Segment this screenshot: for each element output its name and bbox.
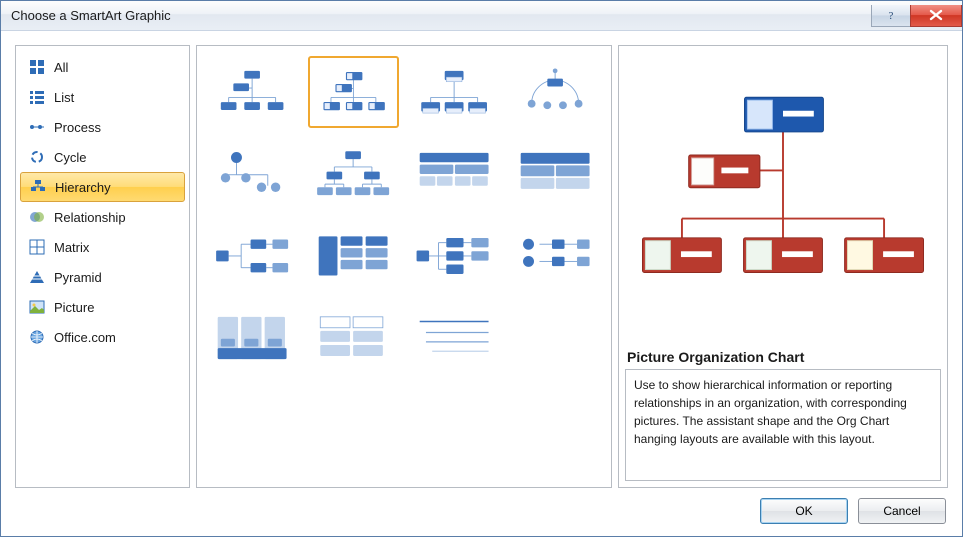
cycle-icon bbox=[28, 148, 46, 166]
preview-diagram bbox=[629, 56, 937, 333]
close-icon bbox=[927, 8, 945, 22]
ok-button[interactable]: OK bbox=[760, 498, 848, 524]
dialog-title: Choose a SmartArt Graphic bbox=[11, 8, 871, 23]
category-label: Relationship bbox=[54, 210, 126, 225]
list-icon bbox=[28, 88, 46, 106]
cancel-button[interactable]: Cancel bbox=[858, 498, 946, 524]
category-item-relationship[interactable]: Relationship bbox=[20, 202, 185, 232]
category-label: Office.com bbox=[54, 330, 116, 345]
smartart-dialog: Choose a SmartArt Graphic ? All List Proce… bbox=[0, 0, 963, 537]
gallery-item-horizontal-hierarchy[interactable] bbox=[409, 220, 500, 292]
category-label: Picture bbox=[54, 300, 94, 315]
pyramid-icon bbox=[28, 268, 46, 286]
help-icon: ? bbox=[883, 8, 899, 22]
preview-panel: Picture Organization Chart Use to show h… bbox=[618, 45, 948, 488]
preview-canvas bbox=[619, 46, 947, 343]
category-label: Cycle bbox=[54, 150, 87, 165]
relationship-icon bbox=[28, 208, 46, 226]
help-button[interactable]: ? bbox=[871, 5, 911, 27]
gallery-item-horizontal-labeled-hierarchy[interactable] bbox=[510, 220, 601, 292]
titlebar: Choose a SmartArt Graphic ? bbox=[1, 1, 962, 31]
process-icon bbox=[28, 118, 46, 136]
category-item-picture[interactable]: Picture bbox=[20, 292, 185, 322]
category-label: Pyramid bbox=[54, 270, 102, 285]
category-label: All bbox=[54, 60, 68, 75]
gallery-item-labeled-hierarchy[interactable] bbox=[409, 138, 500, 210]
gallery-panel bbox=[196, 45, 612, 488]
category-item-hierarchy[interactable]: Hierarchy bbox=[20, 172, 185, 202]
category-item-matrix[interactable]: Matrix bbox=[20, 232, 185, 262]
gallery-item-architecture-layout[interactable] bbox=[308, 302, 399, 374]
category-label: Hierarchy bbox=[55, 180, 111, 195]
category-item-cycle[interactable]: Cycle bbox=[20, 142, 185, 172]
gallery-item-horizontal-org-chart[interactable] bbox=[207, 220, 298, 292]
category-label: Matrix bbox=[54, 240, 89, 255]
category-label: Process bbox=[54, 120, 101, 135]
category-item-list[interactable]: List bbox=[20, 82, 185, 112]
hierarchy-icon bbox=[29, 178, 47, 196]
gallery-item-picture-organization-chart[interactable] bbox=[308, 56, 399, 128]
preview-description: Use to show hierarchical information or … bbox=[625, 369, 941, 481]
svg-text:?: ? bbox=[889, 10, 894, 22]
web-icon bbox=[28, 328, 46, 346]
gallery-item-table-hierarchy[interactable] bbox=[510, 138, 601, 210]
close-button[interactable] bbox=[910, 5, 962, 27]
matrix-icon bbox=[28, 238, 46, 256]
gallery-item-organization-chart[interactable] bbox=[207, 56, 298, 128]
gallery-item-half-circle-org-chart[interactable] bbox=[510, 56, 601, 128]
panel-row: All List Process Cycle Hierarchy Relationship… bbox=[15, 45, 948, 488]
gallery-item-hierarchy[interactable] bbox=[308, 138, 399, 210]
gallery-item-hierarchy-list[interactable] bbox=[409, 302, 500, 374]
gallery-item-name-and-title-org-chart[interactable] bbox=[409, 56, 500, 128]
category-item-officecom[interactable]: Office.com bbox=[20, 322, 185, 352]
category-label: List bbox=[54, 90, 74, 105]
dialog-body: All List Process Cycle Hierarchy Relationship… bbox=[1, 31, 962, 536]
category-panel: All List Process Cycle Hierarchy Relationship… bbox=[15, 45, 190, 488]
dialog-footer: OK Cancel bbox=[15, 488, 948, 526]
preview-title: Picture Organization Chart bbox=[619, 343, 947, 369]
grid-icon bbox=[28, 58, 46, 76]
category-item-process[interactable]: Process bbox=[20, 112, 185, 142]
picture-icon bbox=[28, 298, 46, 316]
category-item-all[interactable]: All bbox=[20, 52, 185, 82]
category-item-pyramid[interactable]: Pyramid bbox=[20, 262, 185, 292]
gallery-item-horizontal-multi-level[interactable] bbox=[308, 220, 399, 292]
gallery-item-lined-list[interactable] bbox=[207, 302, 298, 374]
gallery-item-circle-picture-hierarchy[interactable] bbox=[207, 138, 298, 210]
